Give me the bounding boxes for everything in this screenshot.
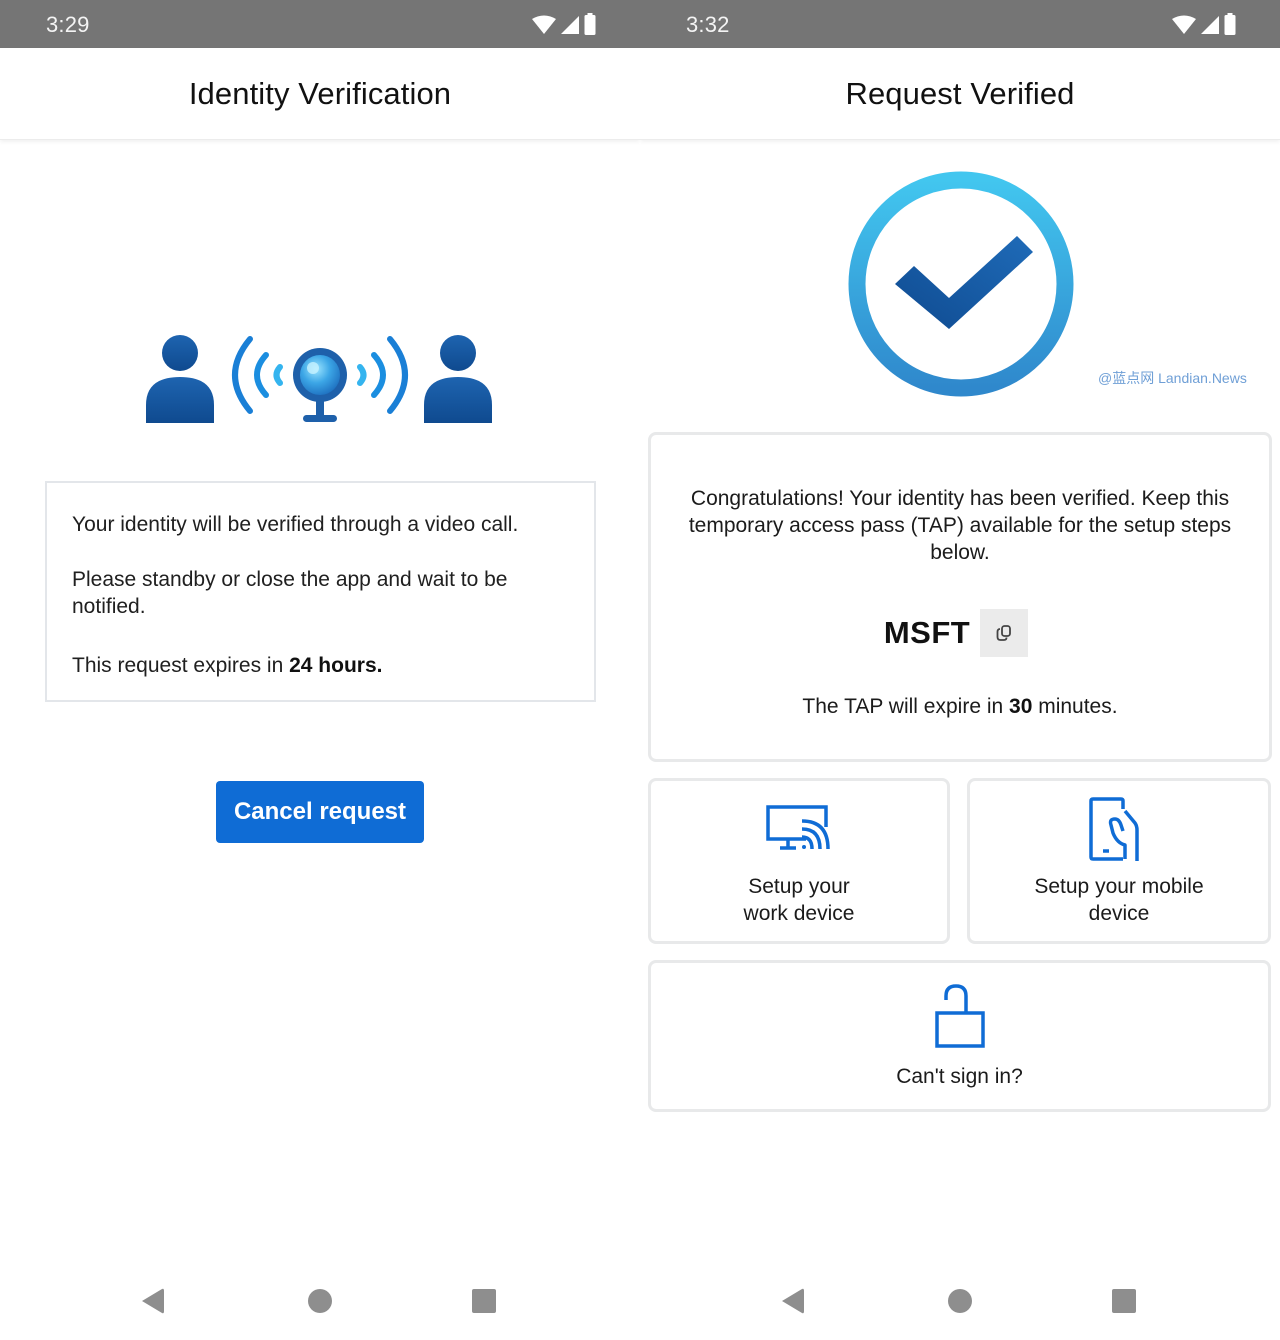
tap-code: MSFT bbox=[883, 615, 971, 650]
home-nav-icon[interactable] bbox=[945, 1286, 975, 1316]
battery-icon bbox=[584, 13, 596, 35]
cellular-signal-icon bbox=[561, 16, 579, 34]
setup-mobile-device-label-line1: Setup your mobile bbox=[1034, 875, 1204, 898]
app-bar: Identity Verification bbox=[0, 48, 640, 140]
wifi-icon bbox=[532, 15, 556, 34]
back-nav-icon[interactable] bbox=[138, 1286, 168, 1316]
status-time: 3:32 bbox=[686, 12, 730, 37]
video-call-illustration bbox=[146, 335, 492, 423]
status-time: 3:29 bbox=[46, 12, 90, 37]
info-expiry-prefix: This request expires in bbox=[72, 654, 290, 677]
checkmark-circle-icon bbox=[848, 171, 1074, 397]
setup-work-device-label-line2: work device bbox=[743, 902, 855, 925]
setup-mobile-device-tile[interactable]: Setup your mobile device bbox=[967, 778, 1271, 944]
cant-sign-in-label: Can't sign in? bbox=[896, 1065, 1023, 1088]
recents-nav-icon[interactable] bbox=[469, 1286, 499, 1316]
webcam-icon bbox=[293, 348, 347, 422]
tap-congratulations-text: Congratulations! Your identity has been … bbox=[688, 487, 1232, 564]
signal-waves-left-icon bbox=[232, 336, 283, 414]
info-expiry-duration: 24 hours. bbox=[289, 654, 383, 677]
setup-mobile-device-label: Setup your mobile device bbox=[970, 873, 1268, 927]
info-standby-text: Please standby or close the app and wait… bbox=[72, 568, 508, 618]
system-nav-bar bbox=[640, 1262, 1280, 1340]
person-right-icon bbox=[424, 335, 492, 423]
system-nav-bar bbox=[0, 1262, 640, 1340]
tap-card: Congratulations! Your identity has been … bbox=[648, 432, 1272, 762]
cancel-request-button[interactable]: Cancel request bbox=[216, 781, 424, 843]
signal-waves-right-icon bbox=[357, 336, 408, 414]
cant-sign-in-tile[interactable]: Can't sign in? bbox=[648, 960, 1271, 1112]
setup-work-device-label: Setup your work device bbox=[651, 873, 947, 927]
tap-expiry-suffix: minutes. bbox=[1032, 695, 1118, 718]
setup-work-device-tile[interactable]: Setup your work device bbox=[648, 778, 950, 944]
status-icons bbox=[532, 13, 596, 35]
copy-icon bbox=[996, 625, 1012, 641]
status-bar: 3:32 bbox=[640, 0, 1280, 48]
page-title: Request Verified bbox=[845, 75, 1075, 111]
status-bar: 3:29 bbox=[0, 0, 640, 48]
wifi-icon bbox=[1172, 15, 1196, 34]
info-expiry-text: This request expires in 24 hours. bbox=[72, 652, 569, 679]
status-icons bbox=[1172, 13, 1236, 35]
tap-code-row: MSFT bbox=[651, 609, 1269, 657]
watermark-text: @蓝点网 Landian.News bbox=[1098, 370, 1247, 386]
page-title: Identity Verification bbox=[188, 75, 452, 111]
setup-mobile-device-label-line2: device bbox=[1088, 902, 1150, 925]
copy-tap-button[interactable] bbox=[980, 609, 1029, 657]
recents-nav-icon[interactable] bbox=[1109, 1286, 1139, 1316]
cellular-signal-icon bbox=[1201, 16, 1219, 34]
unlocked-padlock-icon bbox=[934, 984, 985, 1048]
tap-expiry-text: The TAP will expire in 30 minutes. bbox=[651, 695, 1269, 719]
phone-hand-icon bbox=[1089, 797, 1139, 861]
monitor-wireless-icon bbox=[766, 805, 830, 850]
person-left-icon bbox=[146, 335, 214, 423]
tap-expiry-prefix: The TAP will expire in bbox=[802, 695, 1010, 718]
battery-icon bbox=[1224, 13, 1236, 35]
home-nav-icon[interactable] bbox=[305, 1286, 335, 1316]
setup-work-device-label-line1: Setup your bbox=[748, 875, 850, 898]
verification-info-box: Your identity will be verified through a… bbox=[45, 481, 596, 702]
back-nav-icon[interactable] bbox=[778, 1286, 808, 1316]
tap-expiry-minutes: 30 bbox=[1009, 695, 1033, 718]
app-bar: Request Verified bbox=[640, 48, 1280, 140]
request-verified-screen: 3:32 Request Verified @蓝点网 Landian.News … bbox=[640, 0, 1280, 1340]
identity-verification-screen: 3:29 Identity Verification Your identity… bbox=[0, 0, 640, 1340]
info-video-call-text: Your identity will be verified through a… bbox=[72, 513, 519, 536]
